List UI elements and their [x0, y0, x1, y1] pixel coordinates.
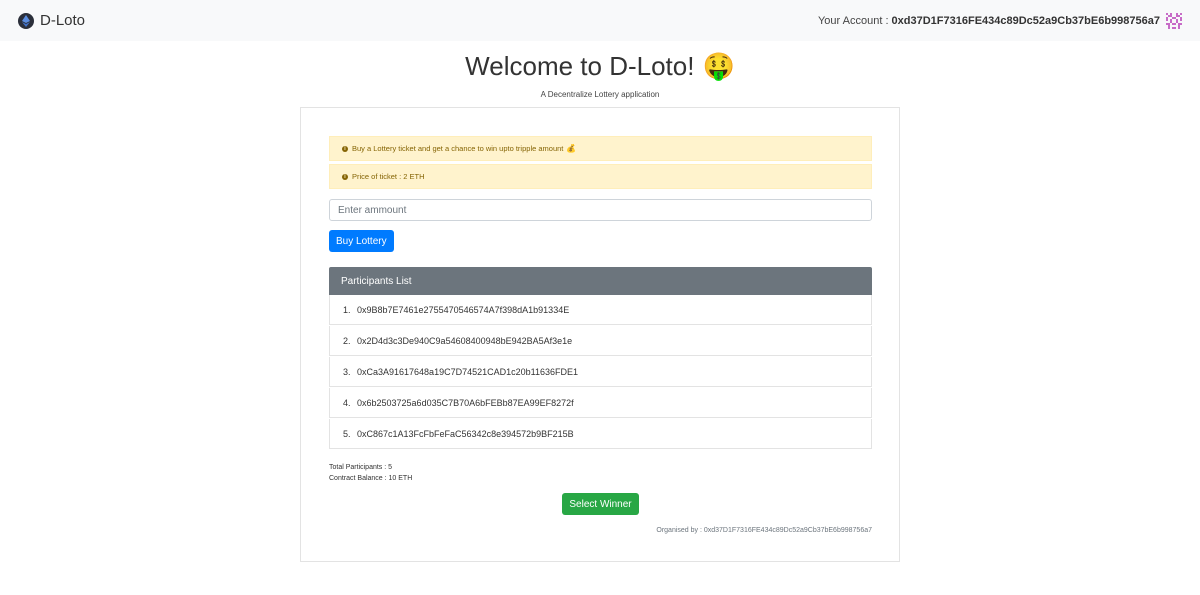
participant-address: 0xCa3A91617648a19C7D74521CAD1c20b11636FD… — [357, 366, 578, 377]
brand-link[interactable]: D-Loto — [18, 12, 85, 29]
identicon-icon — [1166, 12, 1182, 29]
ethereum-logo-icon — [18, 12, 34, 29]
account-address: 0xd37D1F7316FE434c89Dc52a9Cb37bE6b998756… — [891, 14, 1160, 27]
price-alert: i Price of ticket : 2 ETH — [329, 164, 872, 189]
list-item-number: 2. — [343, 335, 351, 346]
participant-address: 0x2D4d3c3De940C9a54608400948bE942BA5Af3e… — [357, 335, 573, 346]
list-item-number: 4. — [343, 397, 351, 408]
info-alert: i Buy a Lottery ticket and get a chance … — [329, 136, 872, 161]
participant-address: 0x9B8b7E7461e2755470546574A7f398dA1b9133… — [357, 304, 570, 315]
select-winner-button[interactable]: Select Winner — [562, 493, 639, 515]
total-participants: Total Participants : 5 — [329, 464, 393, 471]
list-item: 1. 0x9B8b7E7461e2755470546574A7f398dA1b9… — [329, 295, 872, 325]
account-info: Your Account : 0xd37D1F7316FE434c89Dc52a… — [817, 12, 1182, 29]
page-title: Welcome to D-Loto! 🤑 — [465, 51, 735, 82]
participant-address: 0xC867c1A13FcFbFeFaC56342c8e394572b9BF21… — [357, 428, 574, 439]
info-icon: i — [342, 145, 348, 152]
price-alert-text: Price of ticket : 2 ETH — [352, 172, 425, 181]
brand-name: D-Loto — [40, 12, 86, 29]
list-item: 4. 0x6b2503725a6d035C7B70A6bFEBb87EA99EF… — [329, 388, 872, 418]
list-item: 2. 0x2D4d3c3De940C9a54608400948bE942BA5A… — [329, 326, 872, 356]
account-label: Your Account : — [817, 14, 889, 27]
buy-lottery-button[interactable]: Buy Lottery — [329, 230, 394, 252]
amount-input[interactable] — [329, 199, 872, 221]
participant-address: 0x6b2503725a6d035C7B70A6bFEBb87EA99EF827… — [357, 397, 574, 408]
lottery-card: i Buy a Lottery ticket and get a chance … — [300, 107, 900, 562]
participants-list-header: Participants List — [329, 267, 872, 295]
page-header: Welcome to D-Loto! 🤑 A Decentralize Lott… — [0, 51, 1200, 99]
organiser-text: Organised by : 0xd37D1F7316FE434c89Dc52a… — [656, 527, 872, 534]
info-alert-text: Buy a Lottery ticket and get a chance to… — [352, 144, 564, 153]
info-icon: i — [342, 173, 348, 180]
page-title-text: Welcome to D-Loto! — [465, 51, 695, 81]
list-item-number: 5. — [343, 428, 351, 439]
list-item: 3. 0xCa3A91617648a19C7D74521CAD1c20b1163… — [329, 357, 872, 387]
list-item: 5. 0xC867c1A13FcFbFeFaC56342c8e394572b9B… — [329, 419, 872, 449]
page-subtitle: A Decentralize Lottery application — [540, 90, 660, 99]
money-bag-icon: 💰 — [566, 144, 577, 153]
lottery-stats: Total Participants : 5 Contract Balance … — [329, 462, 872, 484]
money-face-emoji-icon: 🤑 — [702, 51, 735, 81]
list-item-number: 3. — [343, 366, 351, 377]
navbar: D-Loto Your Account : 0xd37D1F7316FE434c… — [0, 0, 1200, 41]
list-item-number: 1. — [343, 304, 351, 315]
contract-balance: Contract Balance : 10 ETH — [329, 475, 413, 482]
participants-list: Participants List 1. 0x9B8b7E7461e275547… — [329, 267, 872, 449]
